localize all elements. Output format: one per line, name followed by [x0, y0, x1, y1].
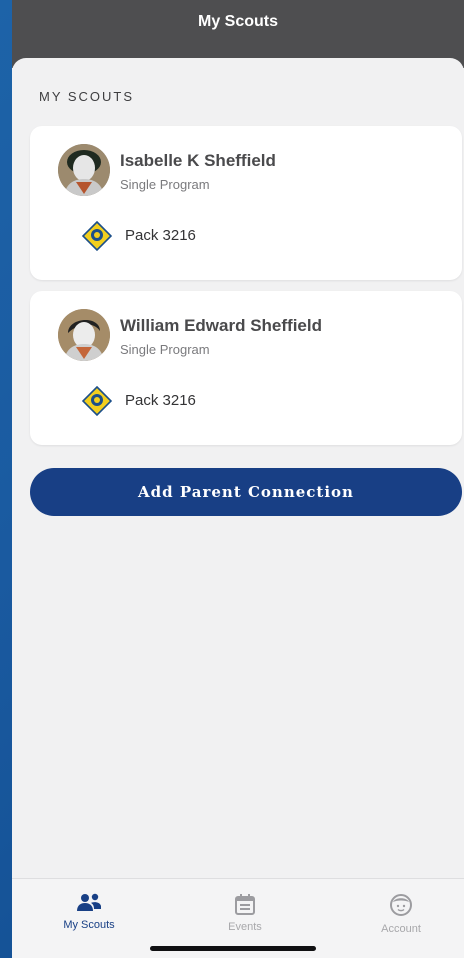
- add-parent-connection-button[interactable]: Add Parent Connection: [30, 468, 462, 516]
- main-content: MY SCOUTS Isabelle K Sheffield Single Pr…: [12, 58, 464, 878]
- unit-name: Pack 3216: [125, 227, 196, 244]
- app-screen: My Scouts MY SCOUTS Isabelle K Sheffield…: [12, 0, 464, 958]
- avatar-icon: [58, 144, 110, 196]
- scout-card[interactable]: William Edward Sheffield Single Program …: [30, 291, 462, 445]
- scout-program: Single Program: [120, 177, 210, 192]
- cub-scout-badge-icon: [82, 221, 112, 251]
- tab-label: Events: [228, 921, 262, 933]
- tab-events[interactable]: Events: [195, 893, 295, 933]
- tab-my-scouts[interactable]: My Scouts: [39, 893, 139, 931]
- scout-name: William Edward Sheffield: [120, 316, 322, 335]
- tab-account[interactable]: Account: [351, 893, 451, 935]
- section-title: MY SCOUTS: [39, 89, 135, 104]
- avatar-icon: [58, 309, 110, 361]
- avatar: [58, 144, 110, 196]
- scout-name: Isabelle K Sheffield: [120, 151, 276, 170]
- scout-program: Single Program: [120, 342, 210, 357]
- cub-scout-badge-icon: [82, 386, 112, 416]
- calendar-icon: [235, 894, 255, 915]
- face-icon: [390, 894, 412, 916]
- scout-card[interactable]: Isabelle K Sheffield Single Program Pack…: [30, 126, 462, 280]
- tab-label: Account: [381, 923, 421, 935]
- tab-label: My Scouts: [63, 919, 115, 931]
- people-icon: [77, 893, 101, 911]
- avatar: [58, 309, 110, 361]
- page-title: My Scouts: [197, 13, 278, 30]
- unit-name: Pack 3216: [125, 392, 196, 409]
- home-indicator[interactable]: [150, 946, 316, 951]
